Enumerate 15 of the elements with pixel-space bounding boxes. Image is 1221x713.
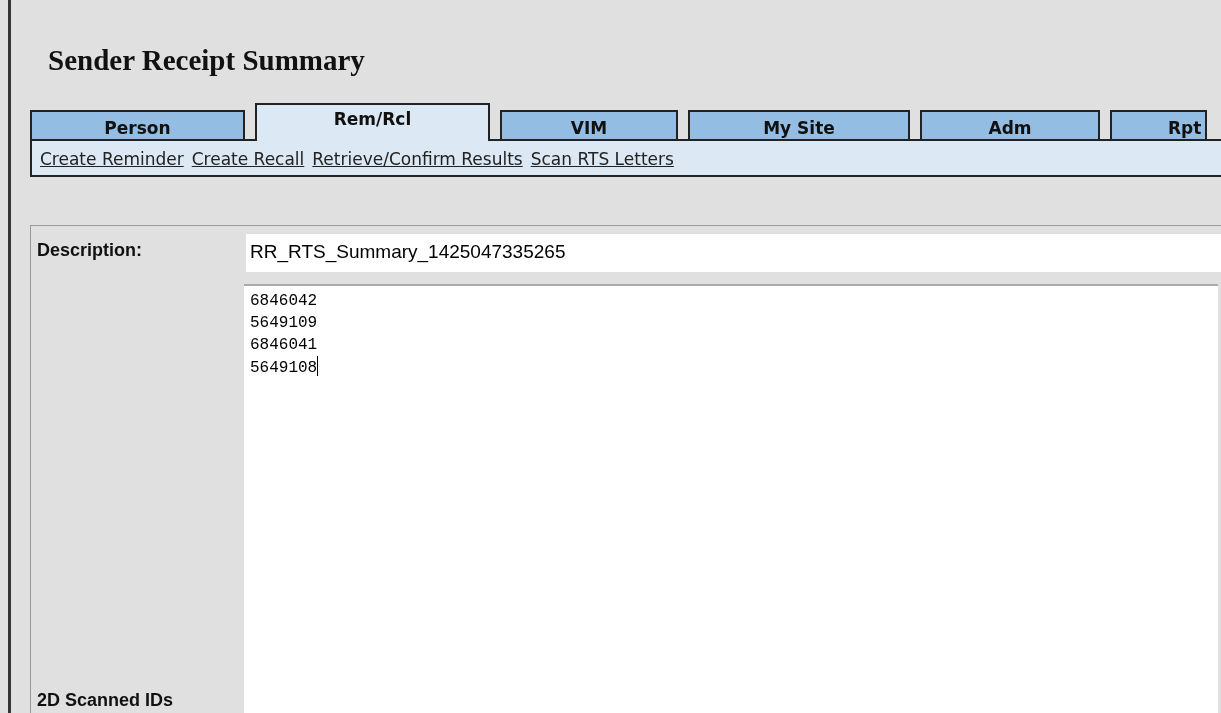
scanned-ids-field[interactable]: 6846042 5649109 6846041 5649108	[244, 284, 1218, 713]
nav-tab[interactable]: Person	[30, 110, 245, 139]
subnav-link[interactable]: Create Recall	[191, 149, 305, 169]
page-title: Sender Receipt Summary	[48, 44, 366, 77]
nav-tab[interactable]: Rpt	[1110, 110, 1208, 139]
subnav-link[interactable]: Create Reminder	[40, 149, 184, 169]
subnav-link[interactable]: Scan RTS Letters	[530, 149, 674, 169]
nav-tab[interactable]: Adm	[920, 110, 1100, 139]
nav-tab[interactable]: VIM	[500, 110, 678, 139]
nav-tab[interactable]: Rem/Rcl	[255, 103, 490, 141]
nav-tab[interactable]: My Site	[688, 110, 910, 139]
field-label: Description:	[37, 240, 143, 261]
description-field[interactable]: RR_RTS_Summary_1425047335265	[246, 234, 1221, 272]
subnav-link[interactable]: Retrieve/Confirm Results	[312, 149, 523, 169]
field-label: 2D Scanned IDs	[37, 690, 175, 711]
